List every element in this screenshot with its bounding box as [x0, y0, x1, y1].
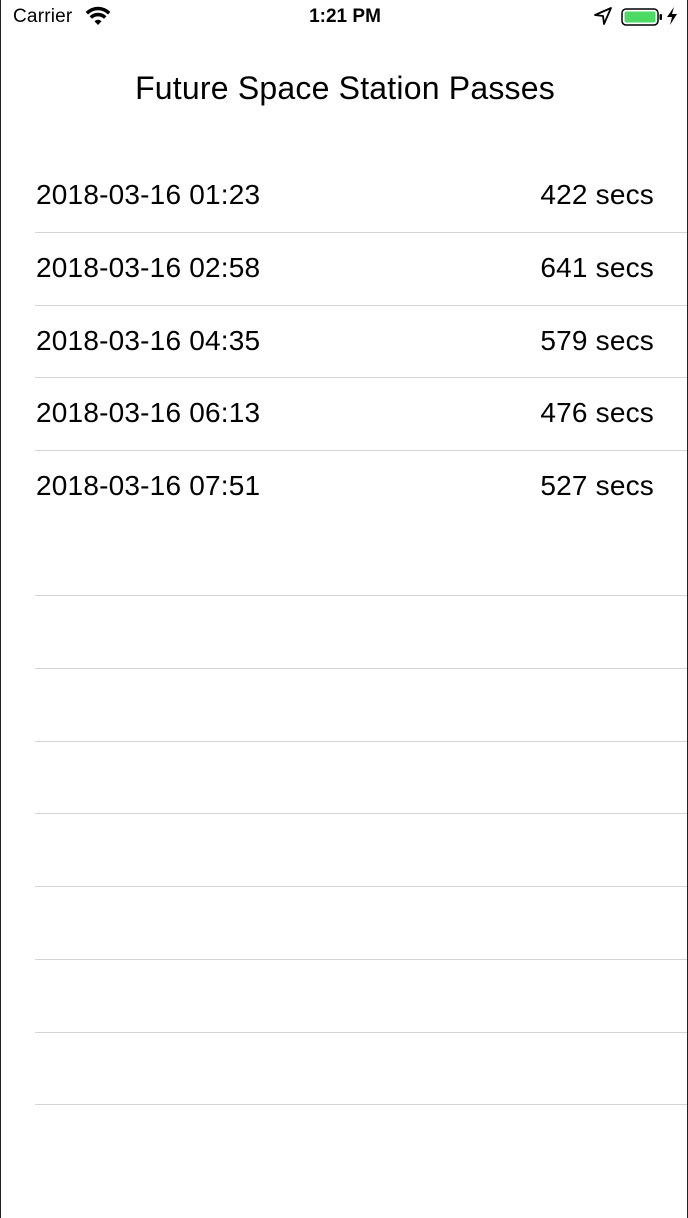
table-row[interactable]: 2018-03-16 06:13 476 secs: [1, 378, 687, 451]
pass-date: 2018-03-16 01:23: [36, 179, 261, 210]
pass-duration: 422 secs: [540, 179, 654, 210]
pass-duration: 579 secs: [540, 324, 654, 356]
row-separator: [35, 959, 687, 960]
charging-bolt-icon: [667, 7, 677, 25]
battery-icon: [621, 8, 662, 26]
pass-date: 2018-03-16 07:51: [36, 470, 261, 502]
status-time: 1:21 PM: [309, 6, 381, 27]
pass-duration: 641 secs: [540, 251, 654, 283]
table-row[interactable]: 2018-03-16 02:58 641 secs: [1, 233, 687, 306]
app-screen: Carrier 1:21 PM Future Space Station Pas…: [0, 0, 688, 1218]
row-separator: [35, 1032, 687, 1033]
table-row[interactable]: 2018-03-16 07:51 527 secs: [1, 451, 687, 524]
table-row[interactable]: 2018-03-16 01:23 422 secs: [1, 160, 687, 233]
row-separator: [35, 1104, 687, 1105]
pass-date: 2018-03-16 06:13: [36, 397, 261, 429]
row-separator: [35, 595, 687, 596]
pass-date: 2018-03-16 02:58: [36, 251, 261, 283]
status-bar: Carrier 1:21 PM: [1, 0, 687, 36]
pass-duration: 527 secs: [540, 470, 654, 502]
row-separator: [35, 813, 687, 814]
row-separator: [35, 886, 687, 887]
table-row[interactable]: 2018-03-16 04:35 579 secs: [1, 306, 687, 379]
row-separator: [35, 668, 687, 669]
pass-date: 2018-03-16 04:35: [36, 324, 261, 356]
passes-table: 2018-03-16 01:23 422 secs 2018-03-16 02:…: [1, 160, 687, 524]
page-title: Future Space Station Passes: [135, 70, 555, 106]
row-separator: [35, 741, 687, 742]
pass-duration: 476 secs: [540, 397, 654, 429]
location-arrow-icon: [594, 7, 612, 25]
